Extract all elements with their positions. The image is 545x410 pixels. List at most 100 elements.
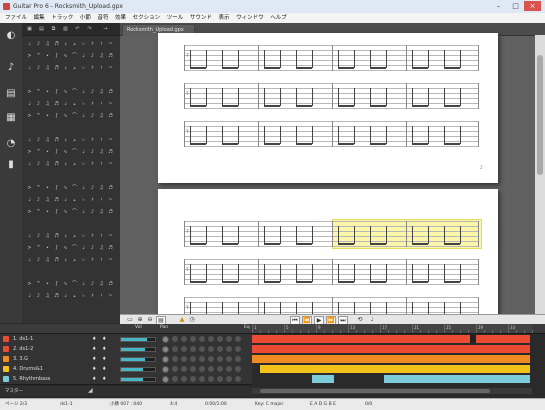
score-icon[interactable]: ▤ (5, 87, 17, 101)
palette-symbol-icon[interactable]: ♭ (80, 197, 87, 203)
palette-symbol-icon[interactable]: 𝅝 (71, 101, 78, 107)
pan-knob[interactable] (162, 346, 169, 353)
palette-symbol-icon[interactable]: ♭ (80, 65, 87, 71)
palette-symbol-icon[interactable]: ʃ (53, 245, 60, 251)
palette-symbol-icon[interactable]: 𝅝 (71, 197, 78, 203)
minimize-button[interactable]: – (490, 1, 507, 11)
palette-symbol-icon[interactable]: ♪ (35, 233, 42, 239)
palette-symbol-icon[interactable]: ~ (107, 65, 114, 71)
palette-symbol-icon[interactable]: ♭ (80, 293, 87, 299)
eq-knob[interactable] (181, 346, 187, 352)
palette-symbol-icon[interactable]: ʃ (53, 209, 60, 215)
palette-symbol-icon[interactable]: ♬ (53, 41, 60, 47)
palette-symbol-icon[interactable]: ♬ (107, 245, 114, 251)
palette-symbol-icon[interactable]: ♮ (98, 41, 105, 47)
palette-symbol-icon[interactable]: ♪ (89, 281, 96, 287)
loop-icon[interactable]: ⟲ (356, 316, 364, 324)
palette-symbol-icon[interactable]: ♫ (98, 53, 105, 59)
track-timeline[interactable] (252, 334, 532, 344)
guitar-icon[interactable]: ♪ (5, 61, 17, 75)
timeline-hscroll[interactable] (252, 388, 532, 394)
solo-icon[interactable]: ♦ (102, 374, 106, 384)
palette-symbol-icon[interactable]: ♫ (98, 89, 105, 95)
palette-symbol-icon[interactable]: ^ (35, 89, 42, 95)
eq-knob[interactable] (217, 356, 223, 362)
palette-symbol-icon[interactable]: ♭ (80, 233, 87, 239)
eq-knob[interactable] (181, 336, 187, 342)
track-clip[interactable] (312, 375, 334, 383)
palette-symbol-icon[interactable]: ♪ (35, 65, 42, 71)
palette-symbol-icon[interactable]: ʃ (53, 149, 60, 155)
palette-symbol-icon[interactable]: ~ (107, 257, 114, 263)
track-clip[interactable] (252, 345, 530, 353)
palette-symbol-icon[interactable]: ~ (107, 197, 114, 203)
palette-symbol-icon[interactable]: ♪ (89, 185, 96, 191)
palette-symbol-icon[interactable]: 𝅝 (71, 41, 78, 47)
palette-symbol-icon[interactable]: ♫ (44, 65, 51, 71)
palette-symbol-icon[interactable]: 𝅗𝅥 (62, 257, 69, 263)
palette-symbol-icon[interactable]: > (26, 89, 33, 95)
palette-symbol-icon[interactable]: ~ (107, 137, 114, 143)
eq-knob[interactable] (235, 366, 241, 372)
palette-symbol-icon[interactable]: ♫ (98, 281, 105, 287)
eq-knob[interactable] (199, 336, 205, 342)
palette-symbol-icon[interactable]: ♪ (89, 113, 96, 119)
palette-symbol-icon[interactable]: ∿ (62, 149, 69, 155)
palette-symbol-icon[interactable]: ♯ (89, 41, 96, 47)
palette-symbol-icon[interactable]: ⌒ (71, 149, 78, 155)
palette-symbol-icon[interactable]: ~ (107, 293, 114, 299)
timeline-scroll-thumb[interactable] (260, 389, 490, 393)
pan-knob[interactable] (162, 376, 169, 383)
palette-symbol-icon[interactable]: ∙ (44, 149, 51, 155)
palette-symbol-icon[interactable]: ∿ (62, 113, 69, 119)
eq-knob[interactable] (217, 376, 223, 382)
master-volume-icon[interactable]: ◢ (88, 387, 93, 394)
eq-knob[interactable] (172, 356, 178, 362)
palette-symbol-icon[interactable]: ♮ (98, 293, 105, 299)
pan-knob[interactable] (162, 366, 169, 373)
eq-knob[interactable] (181, 366, 187, 372)
palette-symbol-icon[interactable]: ♮ (98, 101, 105, 107)
palette-symbol-icon[interactable]: 𝅗𝅥 (62, 293, 69, 299)
palette-symbol-icon[interactable]: ∙ (44, 89, 51, 95)
palette-symbol-icon[interactable]: ~ (107, 101, 114, 107)
palette-symbol-icon[interactable]: 𝅝 (71, 137, 78, 143)
palette-symbol-icon[interactable]: ʃ (53, 281, 60, 287)
track-clip[interactable] (252, 355, 530, 363)
eq-knob[interactable] (226, 366, 232, 372)
palette-symbol-icon[interactable]: 𝅗𝅥 (62, 101, 69, 107)
eq-knob[interactable] (190, 336, 196, 342)
palette-symbol-icon[interactable]: ♫ (98, 209, 105, 215)
eq-knob[interactable] (235, 356, 241, 362)
amp-icon[interactable]: ▮ (5, 158, 17, 172)
palette-symbol-icon[interactable]: ♮ (98, 233, 105, 239)
palette-symbol-icon[interactable]: ♩ (26, 293, 33, 299)
eq-knob[interactable] (199, 366, 205, 372)
palette-symbol-icon[interactable]: ♮ (98, 257, 105, 263)
palette-symbol-icon[interactable]: > (26, 281, 33, 287)
palette-copy-icon[interactable]: ⧉ (50, 26, 57, 32)
palette-symbol-icon[interactable]: ♬ (107, 149, 114, 155)
palette-symbol-icon[interactable]: ⌒ (71, 89, 78, 95)
pan-knob[interactable] (162, 356, 169, 363)
palette-symbol-icon[interactable]: ∙ (44, 245, 51, 251)
palette-symbol-icon[interactable]: 𝅗𝅥 (62, 137, 69, 143)
tab-staff[interactable]: T (184, 83, 479, 109)
palette-symbol-icon[interactable]: ∿ (62, 185, 69, 191)
track-timeline[interactable] (252, 354, 532, 364)
palette-symbol-icon[interactable]: ♩ (26, 233, 33, 239)
tab-staff[interactable]: T (184, 221, 479, 247)
zoom-icon[interactable]: ⊕ (136, 316, 144, 324)
palette-symbol-icon[interactable]: ♬ (107, 281, 114, 287)
eq-knob[interactable] (190, 376, 196, 382)
palette-symbol-icon[interactable]: ♫ (44, 293, 51, 299)
palette-symbol-icon[interactable]: ♬ (107, 185, 114, 191)
eq-knob[interactable] (226, 336, 232, 342)
palette-symbol-icon[interactable]: ♫ (98, 113, 105, 119)
eq-knob[interactable] (226, 376, 232, 382)
palette-symbol-icon[interactable]: > (26, 209, 33, 215)
eq-knob[interactable] (190, 346, 196, 352)
eq-knob[interactable] (226, 356, 232, 362)
palette-symbol-icon[interactable]: > (26, 185, 33, 191)
palette-symbol-icon[interactable]: ♬ (107, 89, 114, 95)
